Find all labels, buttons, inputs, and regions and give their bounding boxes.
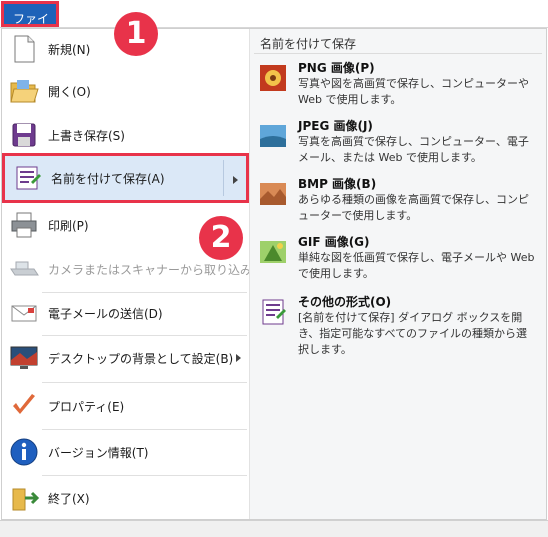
menu-item-exit[interactable]: 終了(X) [2, 479, 249, 517]
checkmark-icon [13, 394, 35, 414]
other-formats-icon [262, 299, 286, 325]
menu-item-set-desktop-background[interactable]: デスクトップの背景として設定(B) [2, 339, 249, 377]
file-menu-left-column: 新規(N) 開く(O) 上書き保存(S) 名前を付けて保存(A) 印刷(P) カ… [2, 29, 272, 519]
menu-item-label: バージョン情報(T) [48, 445, 149, 460]
bmp-image-icon [260, 183, 286, 205]
menu-item-label: 終了(X) [48, 491, 90, 506]
menu-item-save[interactable]: 上書き保存(S) [2, 117, 249, 153]
menu-separator [42, 382, 247, 383]
open-folder-icon [10, 80, 39, 103]
save-as-gif[interactable]: GIF 画像(G) 単純な図を低画質で保存し、電子メールや Web で使用します… [250, 233, 547, 289]
submenu-arrow-icon[interactable] [236, 354, 241, 362]
status-bar [0, 520, 548, 537]
save-as-other-formats[interactable]: その他の形式(O) [名前を付けて保存] ダイアログ ボックスを開き、指定可能な… [250, 293, 547, 356]
submenu-arrow-icon[interactable] [233, 176, 238, 184]
save-as-jpeg[interactable]: JPEG 画像(J) 写真を高画質で保存し、コンピューター、電子メール、または … [250, 117, 547, 173]
file-tab[interactable]: ファイル [1, 1, 59, 43]
menu-separator [42, 335, 247, 336]
format-description: [名前を付けて保存] ダイアログ ボックスを開き、指定可能なすべてのファイルの種… [298, 311, 528, 356]
menu-item-save-as[interactable]: 名前を付けて保存(A) [2, 153, 249, 203]
menu-separator [42, 429, 247, 430]
camera-scanner-icon [10, 261, 39, 276]
menu-item-label: 名前を付けて保存(A) [51, 171, 165, 186]
menu-item-label: 電子メールの送信(D) [48, 306, 163, 321]
menu-item-label: カメラまたはスキャナーから取り込み(M) [48, 262, 272, 277]
submenu-header-divider [254, 53, 542, 54]
save-as-bmp[interactable]: BMP 画像(B) あらゆる種類の画像を高画質で保存し、コンピューターで使用しま… [250, 175, 547, 231]
callout-step-1: 1 [114, 12, 158, 56]
exit-door-icon [12, 488, 40, 511]
menu-item-send-email[interactable]: 電子メールの送信(D) [2, 295, 249, 331]
gif-image-icon [260, 241, 286, 263]
png-image-icon [260, 65, 286, 91]
save-as-submenu: 名前を付けて保存 PNG 画像(P) 写真や図を高画質で保存し、コンピューターや… [249, 29, 546, 519]
new-document-icon [14, 35, 35, 63]
menu-item-properties[interactable]: プロパティ(E) [2, 387, 249, 425]
menu-item-label: 開く(O) [48, 84, 91, 99]
info-icon [10, 438, 38, 466]
menu-item-label: 上書き保存(S) [48, 128, 125, 143]
save-as-icon [16, 166, 41, 190]
file-menu: 新規(N) 開く(O) 上書き保存(S) 名前を付けて保存(A) 印刷(P) カ… [1, 28, 547, 520]
save-as-png[interactable]: PNG 画像(P) 写真や図を高画質で保存し、コンピューターや Web で使用し… [250, 59, 547, 115]
menu-item-label: プロパティ(E) [48, 399, 125, 414]
menu-item-label: 新規(N) [48, 42, 91, 57]
menu-item-label: 印刷(P) [48, 218, 89, 233]
menu-item-about[interactable]: バージョン情報(T) [2, 433, 249, 471]
format-description: あらゆる種類の画像を高画質で保存し、コンピューターで使用します。 [298, 193, 529, 222]
callout-step-2: 2 [199, 216, 243, 260]
format-description: 写真を高画質で保存し、コンピューター、電子メール、または Web で使用します。 [298, 135, 529, 164]
format-title: JPEG 画像(J) [298, 119, 373, 133]
menu-item-label: デスクトップの背景として設定(B) [48, 351, 234, 366]
email-icon [11, 305, 37, 322]
menu-separator [42, 292, 247, 293]
menu-separator [42, 475, 247, 476]
submenu-divider [223, 160, 224, 196]
format-description: 単純な図を低画質で保存し、電子メールや Web で使用します。 [298, 251, 535, 280]
save-disk-icon [12, 123, 36, 147]
printer-icon [11, 212, 37, 238]
jpeg-image-icon [260, 125, 286, 147]
title-bar: ファイル [0, 0, 548, 43]
menu-item-open[interactable]: 開く(O) [2, 73, 249, 109]
format-title: BMP 画像(B) [298, 177, 377, 191]
format-description: 写真や図を高画質で保存し、コンピューターや Web で使用します。 [298, 77, 529, 106]
format-title: PNG 画像(P) [298, 61, 375, 75]
desktop-background-icon [10, 346, 38, 369]
format-title: その他の形式(O) [298, 295, 392, 309]
format-title: GIF 画像(G) [298, 235, 370, 249]
submenu-header: 名前を付けて保存 [260, 37, 357, 51]
